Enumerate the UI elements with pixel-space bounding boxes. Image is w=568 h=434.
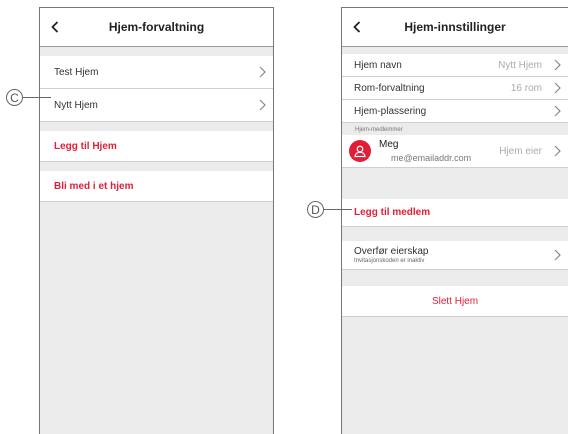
header: Hjem-forvaltning <box>40 8 273 47</box>
setting-value: 16 rom <box>510 82 542 94</box>
transfer-ownership-row[interactable]: Overfør eierskap Invitasjonskoden er ina… <box>342 241 568 270</box>
callout-c-label: C <box>10 90 19 105</box>
chevron-right-icon <box>554 59 561 71</box>
members-section-header: Hjem-medlemmer <box>355 127 403 133</box>
setting-home-name[interactable]: Hjem navn Nytt Hjem <box>342 54 568 77</box>
member-role: Hjem eier <box>499 145 542 157</box>
setting-home-location[interactable]: Hjem-plassering <box>342 100 568 123</box>
chevron-right-icon <box>554 249 561 261</box>
page-title: Hjem-innstillinger <box>404 20 506 34</box>
home-item-test[interactable]: Test Hjem <box>40 56 273 89</box>
setting-label: Hjem-plassering <box>354 105 427 117</box>
chevron-right-icon <box>554 105 561 117</box>
add-member-label: Legg til medlem <box>354 207 431 218</box>
chevron-right-icon <box>259 99 266 111</box>
chevron-right-icon <box>259 66 266 78</box>
member-name: Meg <box>379 139 399 150</box>
back-button[interactable] <box>350 17 364 37</box>
home-item-new[interactable]: Nytt Hjem <box>40 89 273 122</box>
callout-c: C <box>6 89 23 106</box>
join-home-label: Bli med i et hjem <box>54 180 134 192</box>
home-settings-screen: Hjem-innstillinger Hjem navn Nytt Hjem R… <box>341 7 568 434</box>
member-email: me@emailaddr.com <box>391 153 472 163</box>
setting-label: Rom-forvaltning <box>354 82 425 94</box>
setting-room-management[interactable]: Rom-forvaltning 16 rom <box>342 77 568 100</box>
delete-home-label: Slett Hjem <box>431 295 479 307</box>
chevron-left-icon <box>353 21 361 33</box>
delete-home-button[interactable]: Slett Hjem <box>342 286 568 317</box>
header: Hjem-innstillinger <box>342 8 568 47</box>
setting-label: Hjem navn <box>354 59 402 71</box>
transfer-ownership-label: Overfør eierskap <box>354 245 429 257</box>
avatar <box>349 140 371 162</box>
callout-d-line <box>324 209 352 210</box>
page-title: Hjem-forvaltning <box>108 20 205 34</box>
back-button[interactable] <box>48 17 62 37</box>
chevron-right-icon <box>554 145 561 157</box>
home-management-screen: Hjem-forvaltning Test Hjem Nytt Hjem Leg… <box>39 7 274 434</box>
home-item-label: Nytt Hjem <box>54 99 98 111</box>
setting-value: Nytt Hjem <box>498 59 542 71</box>
member-row[interactable]: Meg me@emailaddr.com Hjem eier <box>342 135 568 168</box>
callout-d: D <box>307 201 324 218</box>
callout-d-label: D <box>311 202 320 217</box>
invite-code-status: Invitasjonskoden er inaktiv <box>354 257 425 264</box>
join-home-button[interactable]: Bli med i et hjem <box>40 171 273 202</box>
add-home-label: Legg til Hjem <box>54 140 117 152</box>
add-home-button[interactable]: Legg til Hjem <box>40 131 273 162</box>
chevron-right-icon <box>554 82 561 94</box>
home-item-label: Test Hjem <box>54 66 99 78</box>
chevron-left-icon <box>51 21 59 33</box>
add-member-button[interactable]: Legg til medlem <box>342 199 568 227</box>
callout-c-line <box>23 97 51 98</box>
user-icon <box>354 145 366 158</box>
